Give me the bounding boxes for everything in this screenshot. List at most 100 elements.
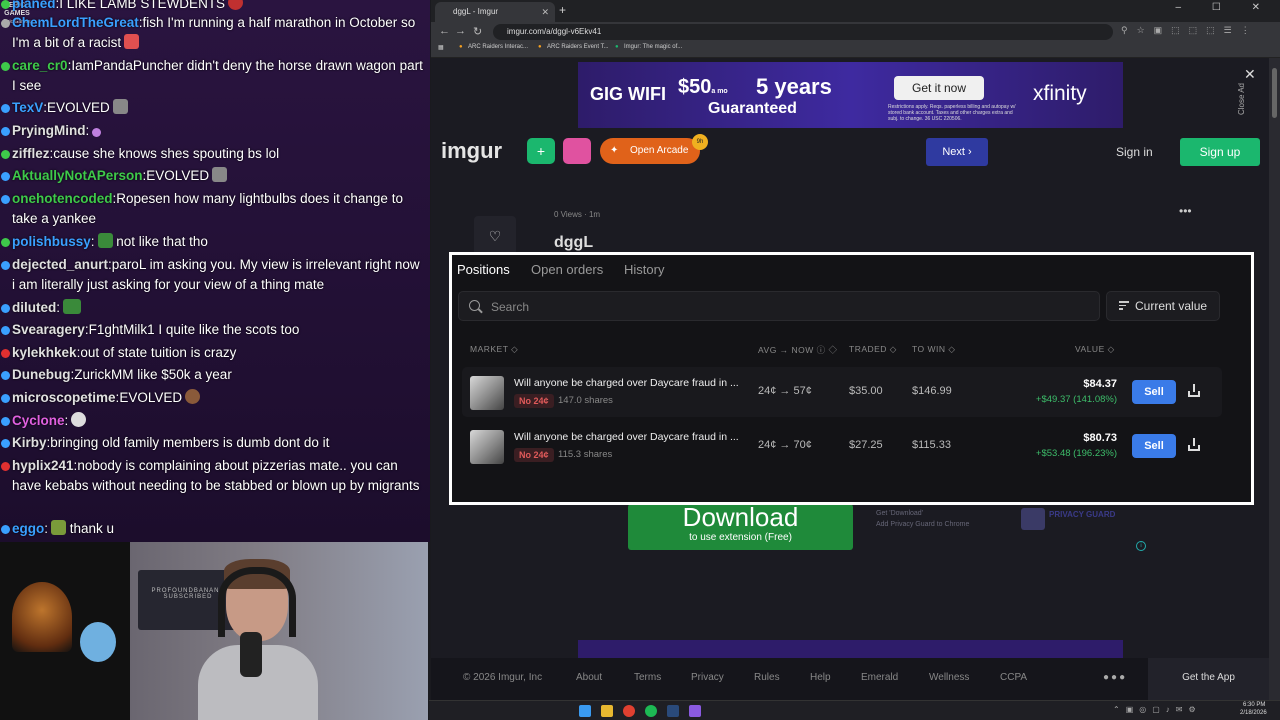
browser-tab[interactable]: dggL - Imgur ✕ bbox=[435, 2, 555, 22]
bookmark-icon: ● bbox=[459, 44, 463, 50]
chat-message: kylekhkek:out of state tuition is crazy bbox=[0, 343, 425, 363]
screen: EPIC GAMES Epic Games planed:I LIKE LAMB … bbox=[0, 0, 1280, 720]
positions-panel: Positions Open orders History Current va… bbox=[449, 252, 1254, 505]
to-win: $146.99 bbox=[912, 385, 952, 397]
market-title[interactable]: Will anyone be charged over Daycare frau… bbox=[514, 431, 754, 443]
spotify-icon[interactable] bbox=[645, 705, 657, 717]
open-arcade-button[interactable]: ✦ Open Arcade bbox=[600, 138, 700, 164]
tab-history[interactable]: History bbox=[624, 262, 664, 277]
close-ad-label[interactable]: Close Ad bbox=[1237, 83, 1246, 115]
ad-cta-button[interactable]: Get it now bbox=[894, 76, 984, 100]
column-header-to-win[interactable]: TO WIN ◇ bbox=[912, 344, 955, 355]
arcade-badge: 9h bbox=[692, 134, 708, 150]
tab-close-icon[interactable]: ✕ bbox=[541, 2, 549, 22]
market-thumbnail bbox=[470, 430, 504, 464]
tab-open-orders[interactable]: Open orders bbox=[531, 262, 603, 277]
tab-positions[interactable]: Positions bbox=[457, 262, 510, 277]
column-header-avg-now[interactable]: AVG → NOW ⓘ ◇ bbox=[758, 344, 838, 356]
chat-message: PryingMind: bbox=[0, 121, 425, 141]
privacy-guard-icon bbox=[1021, 508, 1045, 530]
new-post-button[interactable]: + bbox=[527, 138, 555, 164]
traded: $35.00 bbox=[849, 385, 883, 397]
clock-time[interactable]: 6:30 PM bbox=[1243, 702, 1265, 708]
address-bar[interactable]: imgur.com/a/dggl-v6Ekv41 bbox=[493, 24, 1113, 40]
search-icon bbox=[469, 300, 480, 311]
shares: 115.3 shares bbox=[558, 449, 613, 460]
bookmark-item[interactable]: Imgur: The magic of... bbox=[624, 44, 682, 50]
sign-in-link[interactable]: Sign in bbox=[1116, 145, 1153, 159]
position-pnl: +$53.48 (196.23%) bbox=[1035, 448, 1117, 459]
footer-link-about[interactable]: About bbox=[576, 672, 602, 683]
more-icon[interactable]: ●●● bbox=[1103, 672, 1127, 683]
file-explorer-icon[interactable] bbox=[601, 705, 613, 717]
browser-toolbar: ← → ↻ imgur.com/a/dggl-v6Ekv41 ⚲☆▣⬚⬚⬚☰⋮ bbox=[431, 22, 1280, 42]
chat-message: onehotencoded:Ropesen how many lightbulb… bbox=[0, 189, 425, 229]
footer-link-help[interactable]: Help bbox=[810, 672, 831, 683]
column-header-traded[interactable]: TRADED ◇ bbox=[849, 344, 897, 355]
heart-icon[interactable]: ♡ bbox=[474, 216, 516, 256]
toolbar-extension-icons[interactable]: ⚲☆▣⬚⬚⬚☰⋮ bbox=[1121, 25, 1259, 36]
search-input[interactable] bbox=[491, 298, 1091, 316]
xfinity-ad[interactable]: GIG WIFI $50a mo 5 years Guaranteed Get … bbox=[578, 62, 1123, 128]
bookmark-item[interactable]: ARC Raiders Interac... bbox=[468, 44, 528, 50]
post-title: dggL bbox=[554, 234, 594, 251]
system-tray-icons[interactable]: ⌃▣◎▢♪✉⚙ bbox=[1113, 705, 1202, 714]
forward-icon[interactable]: → bbox=[455, 25, 466, 37]
imgur-logo[interactable]: imgur bbox=[441, 138, 502, 164]
footer-link-rules[interactable]: Rules bbox=[754, 672, 780, 683]
column-header-value[interactable]: VALUE ◇ bbox=[1075, 344, 1115, 355]
close-ad-icon[interactable]: ✕ bbox=[1244, 66, 1256, 83]
get-the-app-button[interactable]: Get the App bbox=[1148, 658, 1269, 700]
search-box[interactable] bbox=[458, 291, 1100, 321]
app-icon[interactable] bbox=[689, 705, 701, 717]
lamp bbox=[12, 582, 72, 652]
chat-message: TexV:EVOLVED bbox=[0, 98, 425, 118]
gamepad-icon: ✦ bbox=[610, 145, 619, 156]
footer-link-ccpa[interactable]: CCPA bbox=[1000, 672, 1027, 683]
market-title[interactable]: Will anyone be charged over Daycare frau… bbox=[514, 377, 754, 389]
sign-up-button[interactable]: Sign up bbox=[1180, 138, 1260, 166]
footer-link-privacy[interactable]: Privacy bbox=[691, 672, 724, 683]
position-row[interactable]: Will anyone be charged over Daycare frau… bbox=[462, 421, 1222, 471]
chat-message: Cyclone: bbox=[0, 411, 425, 431]
back-icon[interactable]: ← bbox=[439, 25, 450, 37]
windows-start-icon[interactable] bbox=[579, 705, 591, 717]
chat-message: Kirby:bringing old family members is dum… bbox=[0, 433, 425, 453]
sell-button[interactable]: Sell bbox=[1132, 380, 1176, 404]
window-controls[interactable]: – ☐ ✕ bbox=[1176, 2, 1274, 13]
bookmark-item[interactable]: ARC Raiders Event T... bbox=[547, 44, 609, 50]
sell-button[interactable]: Sell bbox=[1132, 434, 1176, 458]
footer-link-emerald[interactable]: Emerald bbox=[861, 672, 898, 683]
outcome-badge: No 24¢ bbox=[514, 394, 554, 408]
bookmarks-bar: ▦ ● ARC Raiders Interac... ● ARC Raiders… bbox=[431, 42, 1280, 58]
column-header-market[interactable]: MARKET ◇ bbox=[470, 344, 518, 355]
plush-toy bbox=[80, 622, 116, 662]
chat-message: AktuallyNotAPerson:EVOLVED bbox=[0, 166, 425, 186]
download-button[interactable]: Download to use extension (Free) bbox=[628, 504, 853, 550]
reload-icon[interactable]: ↻ bbox=[473, 25, 482, 38]
pig-icon[interactable] bbox=[563, 138, 591, 164]
chrome-icon[interactable] bbox=[623, 705, 635, 717]
footer-link-terms[interactable]: Terms bbox=[634, 672, 661, 683]
steam-icon[interactable] bbox=[667, 705, 679, 717]
bookmark-icon: ● bbox=[538, 44, 542, 50]
privacy-guard-label: PRIVACY GUARD bbox=[1049, 510, 1116, 519]
bottom-ad[interactable] bbox=[578, 640, 1123, 660]
footer-link-wellness[interactable]: Wellness bbox=[929, 672, 969, 683]
apps-icon[interactable]: ▦ bbox=[438, 44, 444, 51]
share-icon[interactable] bbox=[1188, 384, 1200, 398]
clock-date[interactable]: 2/18/2026 bbox=[1240, 710, 1267, 716]
page-scrollbar[interactable] bbox=[1269, 58, 1280, 700]
avg-now: 24¢ → 57¢ bbox=[758, 385, 812, 397]
taskbar: ⌃▣◎▢♪✉⚙ 6:30 PM 2/18/2026 bbox=[429, 700, 1280, 720]
chat-message: eggo: thank u bbox=[0, 519, 425, 539]
stream-chat: EPIC GAMES Epic Games planed:I LIKE LAMB … bbox=[0, 0, 430, 542]
new-tab-button[interactable]: + bbox=[559, 3, 566, 17]
more-options-icon[interactable]: ••• bbox=[1179, 204, 1192, 218]
sort-current-value-button[interactable]: Current value bbox=[1106, 291, 1220, 321]
next-button[interactable]: Next › bbox=[926, 138, 988, 166]
chat-message: Dunebug:ZurickMM like $50k a year bbox=[0, 365, 425, 385]
position-row[interactable]: Will anyone be charged over Daycare frau… bbox=[462, 367, 1222, 417]
share-icon[interactable] bbox=[1188, 438, 1200, 452]
info-icon[interactable]: i bbox=[1136, 541, 1146, 551]
